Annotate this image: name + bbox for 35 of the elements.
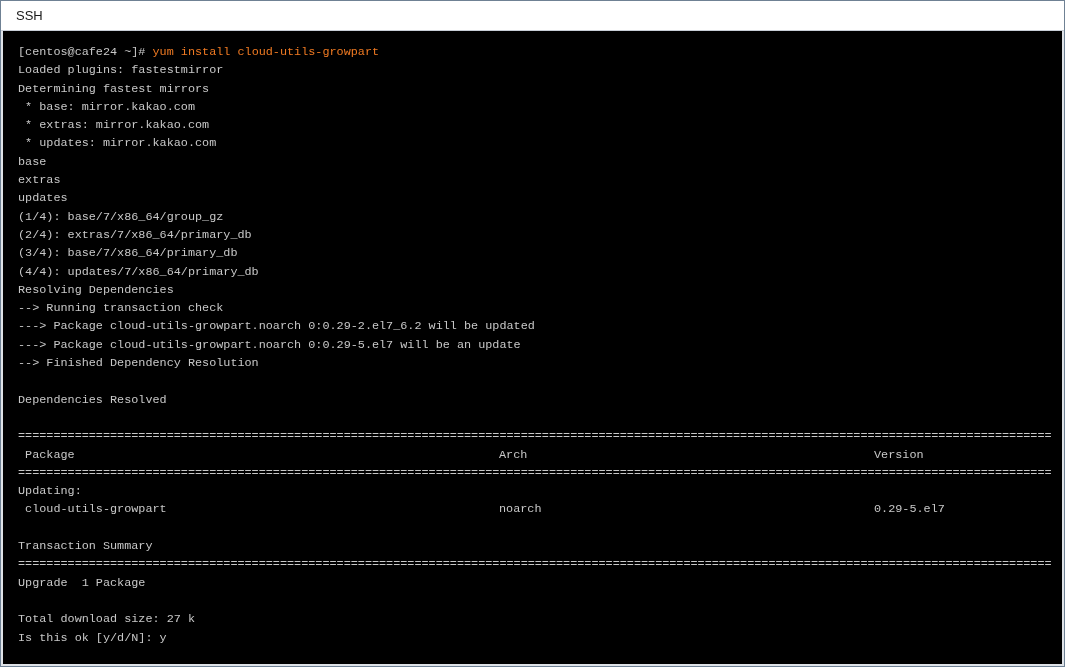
output-line: ---> Package cloud-utils-growpart.noarch 0:0.29-5.el7 will be an update <box>18 337 521 352</box>
output-line: Upgrade 1 Package <box>18 575 146 590</box>
output-line: ---> Package cloud-utils-growpart.noarch 0:0.29-2.el7_6.2 will be updated <box>18 319 535 334</box>
output-line: Is this ok [y/d/N]: y <box>18 630 167 645</box>
table-cell: Arch <box>499 447 528 462</box>
table-cell: 0.29-5.el7 <box>874 502 945 517</box>
output-line: Transaction Summary <box>18 539 153 553</box>
output-line: Determining fastest mirrors <box>18 81 210 96</box>
table-cell: Version <box>874 447 924 462</box>
table-cell-text: cloud-utils-growpart <box>24 502 167 517</box>
separator-line: ================================================================================================================================================== <box>18 465 1052 480</box>
output-line: (3/4): base/7/x86_64/primary_db <box>18 246 238 261</box>
shell-prompt: [centos@cafe24 ~]# <box>18 44 147 61</box>
command-text: yum install cloud-utils-growpart <box>152 44 380 61</box>
output-line: Loaded plugins: fastestmirror <box>18 63 224 78</box>
output-line: Dependencies Resolved <box>18 392 167 407</box>
output-line: Updating: <box>18 484 82 499</box>
output-line: --> Running transaction check <box>18 301 224 316</box>
table-cell: noarch <box>499 502 542 517</box>
output-line: (4/4): updates/7/x86_64/primary_db <box>18 264 259 279</box>
separator-line: ================================================================================================================================================== <box>18 557 1052 572</box>
output-line: * updates: mirror.kakao.com <box>24 136 217 151</box>
output-line: * base: mirror.kakao.com <box>24 99 195 114</box>
output-line: base <box>18 154 47 169</box>
output-line: Resolving Dependencies <box>18 282 174 297</box>
output-line: (1/4): base/7/x86_64/group_gz <box>18 209 224 224</box>
output-line: * extras: mirror.kakao.com <box>24 118 210 133</box>
output-line: --> Finished Dependency Resolution <box>18 356 259 371</box>
window-title: SSH <box>16 6 43 25</box>
output-line: updates <box>18 191 68 206</box>
output-line: Total download size: 27 k <box>18 612 195 627</box>
table-cell-text: Package <box>24 447 75 462</box>
separator-line: ================================================================================================================================================== <box>18 429 1052 444</box>
output-line: (2/4): extras/7/x86_64/primary_db <box>18 227 252 242</box>
output-line: extras <box>18 173 61 188</box>
